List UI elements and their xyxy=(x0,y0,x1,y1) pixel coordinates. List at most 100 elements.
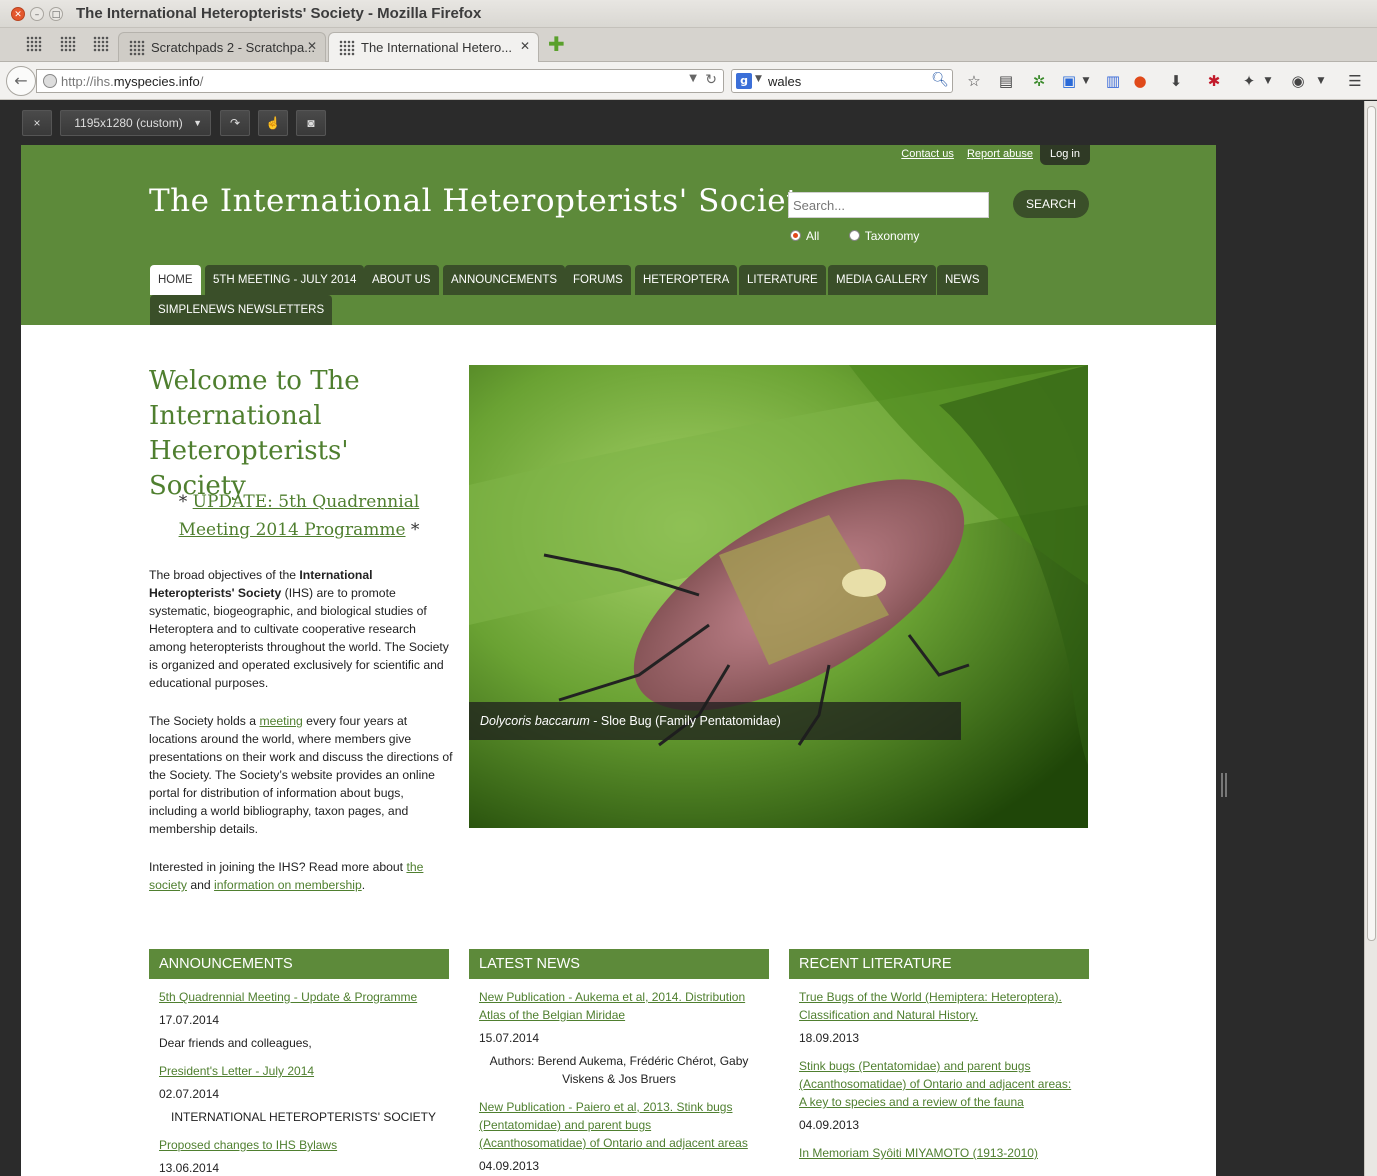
viewport-resize-handle[interactable] xyxy=(1221,773,1227,797)
site-header: Contact us Report abuse Log in The Inter… xyxy=(21,145,1216,325)
radio-taxonomy[interactable]: Taxonomy xyxy=(848,229,919,243)
app-tab-icon[interactable] xyxy=(60,36,76,52)
search-icon[interactable]: 🔍︎ xyxy=(931,72,949,88)
login-button[interactable]: Log in xyxy=(1040,145,1090,165)
addon-dropdown-icon[interactable]: ▼ xyxy=(1263,72,1273,90)
tab-label: Scratchpads 2 - Scratchpa... xyxy=(151,40,316,55)
tab-ihs[interactable]: The International Hetero... ✕ xyxy=(328,32,539,62)
url-bar[interactable]: http://ihs.myspecies.info/ ▼ ↻ xyxy=(36,69,724,93)
announcement-date: 13.06.2014 xyxy=(159,1161,220,1175)
literature-link[interactable]: True Bugs of the World (Hemiptera: Heter… xyxy=(799,988,1079,1024)
rdm-screenshot-button[interactable]: ◙ xyxy=(296,110,326,136)
vertical-scrollbar[interactable] xyxy=(1364,101,1377,1176)
back-button[interactable]: ← xyxy=(6,66,36,96)
menu-forums[interactable]: FORUMS xyxy=(565,265,631,295)
window-maximize-button[interactable]: □ xyxy=(49,7,63,21)
news-link[interactable]: New Publication - Aukema et al, 2014. Di… xyxy=(479,988,759,1024)
stats-addon-icon[interactable]: ▥ xyxy=(1104,72,1122,90)
menu-literature[interactable]: LITERATURE xyxy=(739,265,826,295)
report-abuse-link[interactable]: Report abuse xyxy=(967,148,1033,160)
downloads-icon[interactable]: ⬇ xyxy=(1167,72,1185,90)
stumbleupon-icon[interactable]: ● xyxy=(1131,72,1149,90)
tab-close-icon[interactable]: ✕ xyxy=(520,39,530,53)
announcement-link[interactable]: Proposed changes to IHS Bylaws xyxy=(159,1136,439,1154)
menu-news[interactable]: NEWS xyxy=(937,265,988,295)
screenshot-addon-icon[interactable]: ▣ xyxy=(1060,72,1078,90)
scrollbar-thumb[interactable] xyxy=(1367,106,1376,941)
menu-hamburger-icon[interactable]: ☰ xyxy=(1346,72,1364,90)
window-title: The International Heteropterists' Societ… xyxy=(76,5,482,22)
search-bar[interactable]: g ▼ wales 🔍︎ xyxy=(731,69,953,93)
url-history-dropdown-icon[interactable]: ▼ xyxy=(689,73,697,84)
menu-heteroptera[interactable]: HETEROPTERA xyxy=(635,265,738,295)
news-excerpt: Authors: Berend Aukema, Frédéric Chérot,… xyxy=(489,1054,749,1086)
bookmark-star-icon[interactable]: ☆ xyxy=(965,72,983,90)
literature-date: 18.09.2013 xyxy=(799,1031,860,1045)
radio-all[interactable]: All xyxy=(790,229,819,243)
navigation-toolbar: ← http://ihs.myspecies.info/ ▼ ↻ g ▼ wal… xyxy=(0,62,1377,100)
announcement-excerpt: Dear friends and colleagues, xyxy=(159,1036,312,1050)
latest-news-panel: LATEST NEWS New Publication - Aukema et … xyxy=(469,949,769,1176)
bug-addon-icon[interactable]: ✲ xyxy=(1030,72,1048,90)
intro-paragraph: The broad objectives of the Internationa… xyxy=(149,568,449,690)
welcome-heading: Welcome to The International Heteropteri… xyxy=(149,366,360,501)
top-links: Contact us Report abuse xyxy=(891,148,1033,160)
announcement-link[interactable]: President's Letter - July 2014 xyxy=(159,1062,439,1080)
shield-bug-photo xyxy=(469,365,1088,828)
page-favicon-icon xyxy=(129,40,145,56)
announcement-excerpt: INTERNATIONAL HETEROPTERISTS' SOCIETY xyxy=(171,1110,436,1124)
site-search-input[interactable]: Search... xyxy=(788,192,989,218)
new-tab-plus-icon[interactable]: ✚ xyxy=(548,34,565,54)
panel-heading: RECENT LITERATURE xyxy=(789,949,1089,979)
color-wheel-addon-icon[interactable]: ◉ xyxy=(1289,72,1307,90)
menu-media-gallery[interactable]: MEDIA GALLERY xyxy=(828,265,936,295)
menu-home[interactable]: HOME xyxy=(150,265,201,295)
search-scope-radios: All Taxonomy xyxy=(790,229,945,243)
menu-5th-meeting[interactable]: 5TH MEETING - JULY 2014 xyxy=(205,265,365,295)
rdm-size-select[interactable]: 1195x1280 (custom) ▼ xyxy=(60,110,211,136)
reload-icon[interactable]: ↻ xyxy=(705,72,717,88)
window-titlebar: ✕ – □ The International Heteropterists' … xyxy=(0,0,1377,28)
announcements-panel: ANNOUNCEMENTS 5th Quadrennial Meeting - … xyxy=(149,949,449,1176)
news-date: 04.09.2013 xyxy=(479,1159,540,1173)
site-search-button[interactable]: SEARCH xyxy=(1013,190,1089,218)
news-link[interactable]: New Publication - Paiero et al, 2013. St… xyxy=(479,1098,759,1152)
contact-us-link[interactable]: Contact us xyxy=(901,148,954,160)
engine-dropdown-icon[interactable]: ▼ xyxy=(755,74,762,84)
rdm-rotate-button[interactable]: ↷ xyxy=(220,110,250,136)
addon-dropdown-icon[interactable]: ▼ xyxy=(1081,72,1091,90)
chevron-down-icon: ▼ xyxy=(193,118,202,128)
google-engine-icon[interactable]: g xyxy=(736,73,752,89)
addon-red-icon[interactable]: ✱ xyxy=(1205,72,1223,90)
radio-unselected-icon xyxy=(848,230,860,241)
literature-date: 04.09.2013 xyxy=(799,1118,860,1132)
update-programme-link[interactable]: UPDATE: 5th Quadrennial Meeting 2014 Pro… xyxy=(179,492,420,540)
globe-icon xyxy=(43,74,57,88)
hero-caption: Dolycoris baccarum - Sloe Bug (Family Pe… xyxy=(469,702,961,740)
literature-link[interactable]: Stink bugs (Pentatomidae) and parent bug… xyxy=(799,1057,1079,1111)
tab-scratchpads[interactable]: Scratchpads 2 - Scratchpa... ✕ xyxy=(118,32,326,62)
tab-label: The International Hetero... xyxy=(361,40,513,55)
app-tab-icon[interactable] xyxy=(93,36,109,52)
menu-about-us[interactable]: ABOUT US xyxy=(364,265,439,295)
window-close-button[interactable]: ✕ xyxy=(11,7,25,21)
rdm-close-button[interactable]: × xyxy=(22,110,52,136)
addon-gear-icon[interactable]: ✦ xyxy=(1240,72,1258,90)
reading-list-icon[interactable]: ▤ xyxy=(997,72,1015,90)
site-title[interactable]: The International Heteropterists' Societ… xyxy=(149,183,817,219)
app-tab-icon[interactable] xyxy=(26,36,42,52)
membership-info-link[interactable]: information on membership xyxy=(214,878,362,892)
addon-dropdown-icon[interactable]: ▼ xyxy=(1316,72,1326,90)
menu-simplenews[interactable]: SIMPLENEWS NEWSLETTERS xyxy=(150,295,333,325)
window-minimize-button[interactable]: – xyxy=(30,7,44,21)
panel-heading: ANNOUNCEMENTS xyxy=(149,949,449,979)
tab-close-icon[interactable]: ✕ xyxy=(307,39,317,53)
menu-announcements[interactable]: ANNOUNCEMENTS xyxy=(443,265,566,295)
rdm-touch-button[interactable]: ☝ xyxy=(258,110,288,136)
literature-link[interactable]: In Memoriam Syôiti MIYAMOTO (1913-2010) xyxy=(799,1144,1079,1162)
announcement-link[interactable]: 5th Quadrennial Meeting - Update & Progr… xyxy=(159,988,439,1006)
search-query: wales xyxy=(768,74,802,89)
meeting-link[interactable]: meeting xyxy=(259,714,302,728)
hero-slideshow-image[interactable] xyxy=(469,365,1088,828)
news-date: 15.07.2014 xyxy=(479,1031,540,1045)
